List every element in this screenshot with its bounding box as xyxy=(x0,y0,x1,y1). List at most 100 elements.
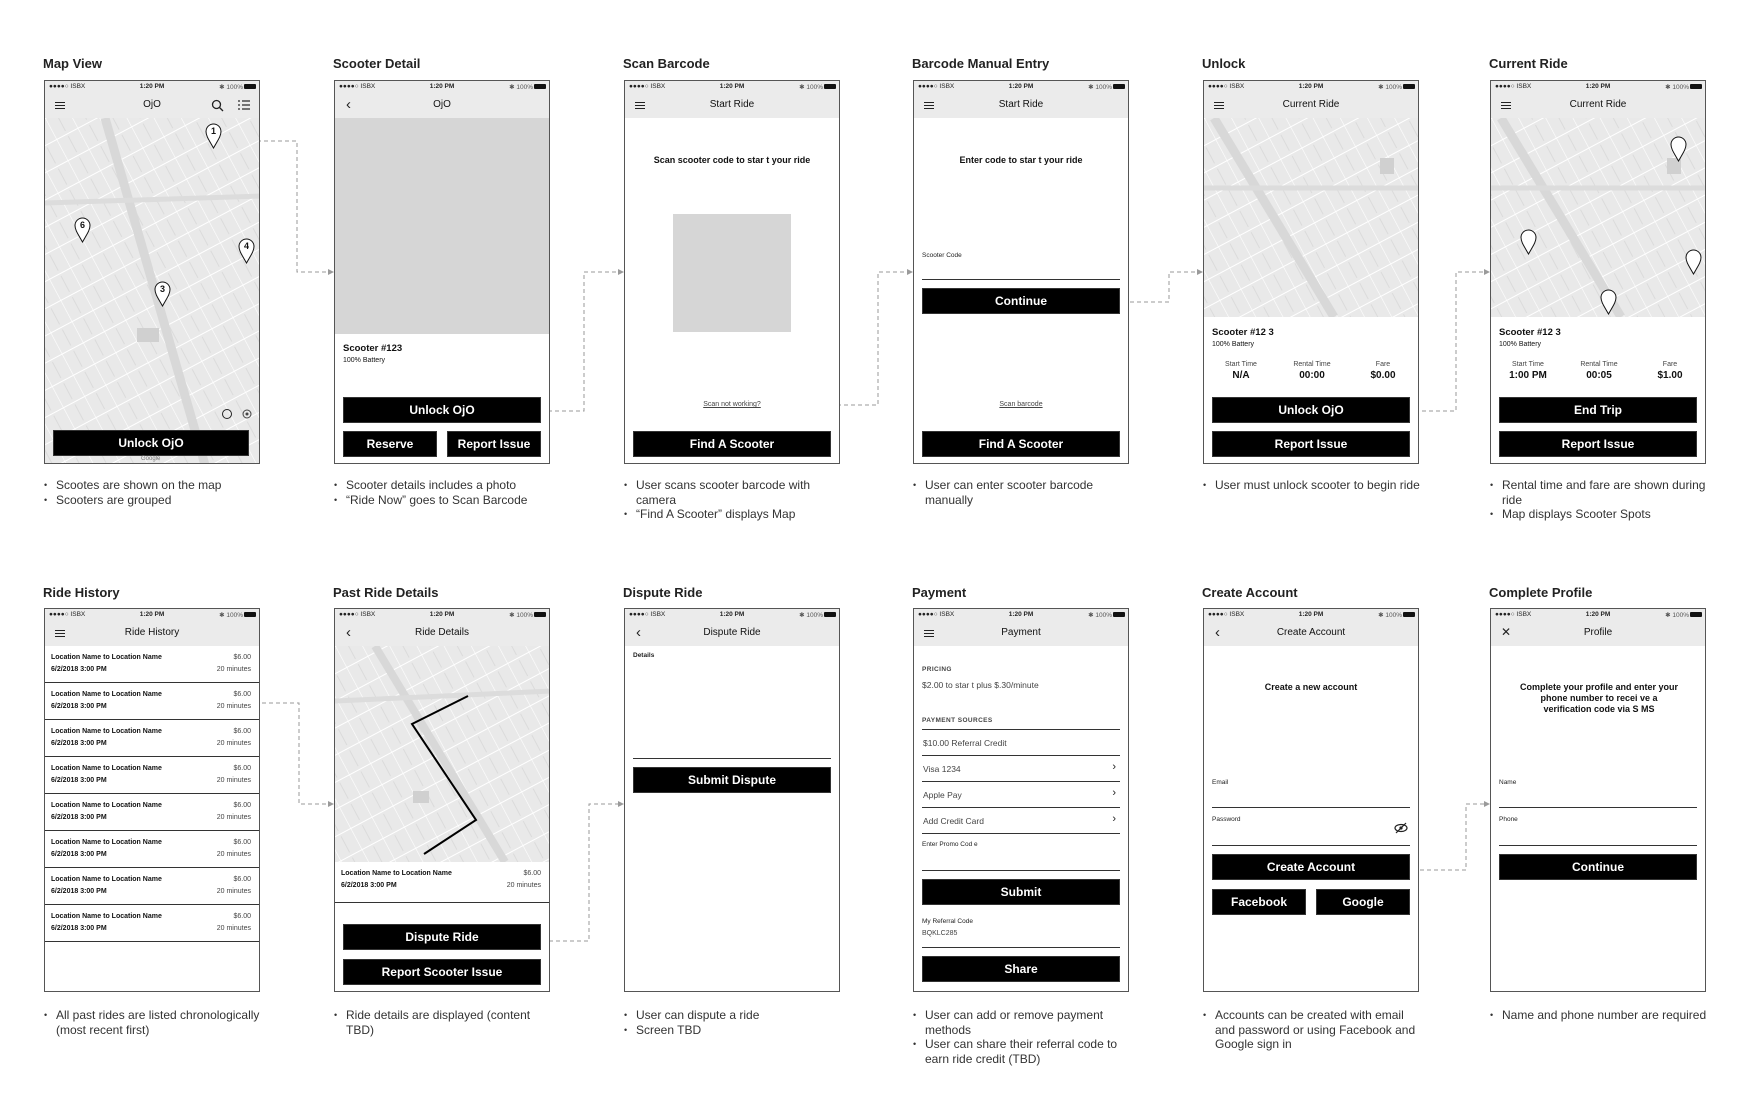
password-input[interactable] xyxy=(1212,825,1392,845)
battery-level: ✱ 100% xyxy=(1088,612,1112,619)
nav-title: OjO xyxy=(433,99,451,110)
details-textarea[interactable] xyxy=(633,663,831,758)
unlock-button[interactable]: Unlock OjO xyxy=(1212,397,1410,423)
battery-text: 100% Battery xyxy=(1212,341,1255,348)
dispute-ride-button[interactable]: Dispute Ride xyxy=(343,924,541,950)
map[interactable] xyxy=(1204,118,1419,317)
add-credit-card[interactable]: Add Credit Card › xyxy=(922,808,1120,834)
hide-password-icon[interactable] xyxy=(1394,822,1408,834)
ride-history-row[interactable]: Location Name to Location Name 6/2/2018 3… xyxy=(45,683,259,720)
phone-label: Phone xyxy=(1499,816,1518,823)
battery-level: ✱ 100% xyxy=(1088,84,1112,91)
scooter-code-input[interactable] xyxy=(922,261,1120,279)
ride-history-row[interactable]: Location Name to Location Name 6/2/2018 3… xyxy=(45,720,259,757)
ride-datetime: 6/2/2018 3:00 PM xyxy=(51,925,107,932)
ride-history-row[interactable]: Location Name to Location Name 6/2/2018 3… xyxy=(45,831,259,868)
ride-route: Location Name to Location Name xyxy=(51,728,162,735)
ride-duration: 20 minutes xyxy=(216,888,251,895)
nav-title: Profile xyxy=(1583,627,1613,638)
scooter-pin[interactable]: 4 xyxy=(238,238,255,265)
nav-bar: Payment xyxy=(914,621,1128,646)
submit-dispute-button[interactable]: Submit Dispute xyxy=(633,767,831,793)
ride-history-row[interactable]: Location Name to Location Name 6/2/2018 3… xyxy=(45,868,259,905)
note: Scooters are grouped xyxy=(44,493,264,508)
nav-bar: ‹ Dispute Ride xyxy=(625,621,839,646)
ride-datetime: 6/2/2018 3:00 PM xyxy=(51,777,107,784)
scooter-spot-pin[interactable] xyxy=(1670,136,1687,163)
submit-button[interactable]: Submit xyxy=(922,879,1120,905)
payment-source-visa[interactable]: Visa 1234 › xyxy=(922,756,1120,782)
phone-scooter-detail: ●●●●○ ISBX 1:20 PM ✱ 100% ‹ OjO Scooter #12… xyxy=(334,80,550,464)
scooter-pin[interactable]: 1 xyxy=(205,123,222,150)
unlock-button[interactable]: Unlock OjO xyxy=(343,397,541,423)
ride-route: Location Name to Location Name xyxy=(341,870,452,877)
name-input[interactable] xyxy=(1499,788,1697,807)
scan-prompt: Scan scooter code to star t your ride xyxy=(653,155,811,165)
ride-history-row[interactable]: Location Name to Location Name 6/2/2018 3… xyxy=(45,905,259,942)
refresh-icon[interactable] xyxy=(221,408,233,420)
payment-source-apple-pay[interactable]: Apple Pay › xyxy=(922,782,1120,808)
search-icon[interactable] xyxy=(211,99,224,112)
status-bar: ●●●●○ ISBX 1:20 PM ✱ 100% xyxy=(914,609,1128,621)
locate-icon[interactable] xyxy=(241,408,253,420)
report-issue-button[interactable]: Report Issue xyxy=(1499,431,1697,457)
battery-text: 100% Battery xyxy=(1499,341,1542,348)
report-scooter-issue-button[interactable]: Report Scooter Issue xyxy=(343,959,541,985)
end-trip-button[interactable]: End Trip xyxy=(1499,397,1697,423)
unlock-button[interactable]: Unlock OjO xyxy=(53,430,249,456)
screen-title: Ride History xyxy=(43,585,120,600)
scan-barcode-link[interactable]: Scan barcode xyxy=(914,401,1128,408)
email-input[interactable] xyxy=(1212,788,1410,807)
google-button[interactable]: Google xyxy=(1316,889,1410,915)
battery-level: ✱ 100% xyxy=(799,612,823,619)
nav-bar: OjO xyxy=(45,93,259,118)
scooter-spot-pin[interactable] xyxy=(1600,289,1617,316)
scooter-spot-pin[interactable] xyxy=(1685,249,1702,276)
phone-input[interactable] xyxy=(1499,825,1697,845)
report-issue-button[interactable]: Report Issue xyxy=(1212,431,1410,457)
battery-level: ✱ 100% xyxy=(219,84,243,91)
share-button[interactable]: Share xyxy=(922,956,1120,982)
referral-code: BQKLC285 xyxy=(922,930,958,937)
chevron-right-icon: › xyxy=(1112,761,1116,773)
find-scooter-button[interactable]: Find A Scooter xyxy=(922,431,1120,457)
status-bar: ●●●●○ ISBX 1:20 PM ✱ 100% xyxy=(1204,609,1418,621)
scan-not-working-link[interactable]: Scan not working? xyxy=(625,401,839,408)
list-icon[interactable] xyxy=(238,100,250,110)
continue-button[interactable]: Continue xyxy=(922,288,1120,314)
stat-label: Rental Time xyxy=(1580,361,1618,368)
report-issue-button[interactable]: Report Issue xyxy=(447,431,541,457)
input-underline xyxy=(1499,807,1697,808)
scooter-pin[interactable]: 3 xyxy=(154,281,171,308)
camera-viewfinder xyxy=(673,214,791,332)
screen-title: Unlock xyxy=(1202,56,1246,71)
find-scooter-button[interactable]: Find A Scooter xyxy=(633,431,831,457)
scooter-spot-pin[interactable] xyxy=(1520,229,1537,256)
nav-bar: Start Ride xyxy=(914,93,1128,118)
ride-history-row[interactable]: Location Name to Location Name 6/2/2018 3… xyxy=(45,646,259,683)
referral-code-label: My Referral Code xyxy=(922,918,973,925)
stat-label: Fare xyxy=(1375,361,1391,368)
nav-title: Create Account xyxy=(1276,627,1346,638)
ride-price: $6.00 xyxy=(233,802,251,809)
create-account-button[interactable]: Create Account xyxy=(1212,854,1410,880)
stat-label: Start Time xyxy=(1512,361,1544,368)
ride-history-row[interactable]: Location Name to Location Name 6/2/2018 3… xyxy=(45,757,259,794)
reserve-button[interactable]: Reserve xyxy=(343,431,437,457)
scooter-pin[interactable]: 6 xyxy=(74,217,91,244)
screen-title: Barcode Manual Entry xyxy=(912,56,1050,71)
facebook-button[interactable]: Facebook xyxy=(1212,889,1306,915)
note: Screen TBD xyxy=(624,1023,844,1038)
ride-duration: 20 minutes xyxy=(216,851,251,858)
ride-history-row[interactable]: Location Name to Location Name 6/2/2018 3… xyxy=(45,794,259,831)
status-bar: ●●●●○ ISBX 1:20 PM ✱ 100% xyxy=(335,81,549,93)
status-bar: ●●●●○ ISBX 1:20 PM ✱ 100% xyxy=(1491,81,1705,93)
screen-title: Scan Barcode xyxy=(623,56,710,71)
route-map[interactable] xyxy=(335,646,550,862)
ride-duration: 20 minutes xyxy=(216,925,251,932)
continue-button[interactable]: Continue xyxy=(1499,854,1697,880)
notes-current-ride: Rental time and fare are shown during ri… xyxy=(1490,478,1710,522)
screen-title: Create Account xyxy=(1202,585,1298,600)
promo-code-input[interactable] xyxy=(922,851,1120,870)
stat-rental-time: Rental Time 00:05 xyxy=(1564,361,1634,381)
